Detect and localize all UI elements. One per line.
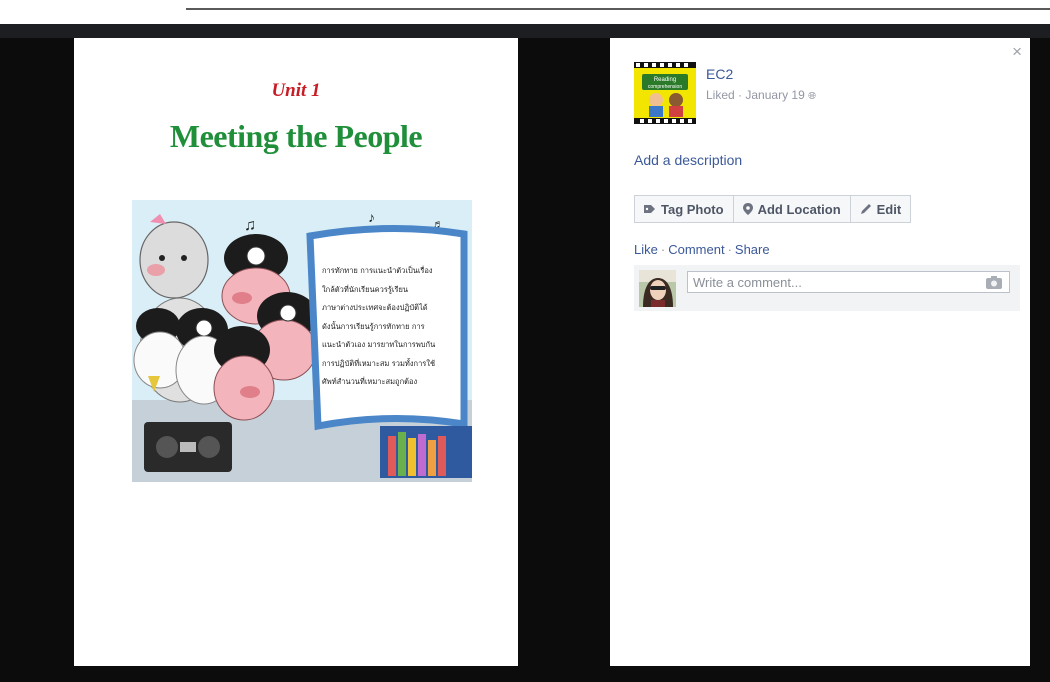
- location-pin-icon: [742, 203, 753, 215]
- svg-text:♪: ♪: [368, 209, 375, 225]
- top-divider: [186, 8, 1050, 10]
- post-date[interactable]: January 19: [745, 88, 804, 102]
- action-separator: ·: [727, 242, 732, 257]
- comment-link[interactable]: Comment: [668, 242, 724, 257]
- backdrop-band: [0, 24, 1050, 38]
- pencil-icon: [860, 204, 871, 214]
- comment-input[interactable]: Write a comment...: [687, 271, 1010, 293]
- avatar-text-reading: Reading: [654, 77, 676, 83]
- thai-line: ศัพท์สำนวนที่เหมาะสมถูกต้อง: [322, 377, 418, 386]
- camera-icon[interactable]: [986, 276, 1002, 289]
- thai-text-block: การทักทาย การแนะนำตัวเป็นเรื่อง ใกล้ตัวท…: [322, 262, 458, 392]
- photo-action-buttons: Tag Photo Add Location Edit: [634, 195, 912, 223]
- page-avatar[interactable]: Reading comprehension: [634, 62, 696, 124]
- edit-label: Edit: [876, 201, 902, 217]
- page-name[interactable]: EC2: [706, 66, 733, 82]
- photo-unit-label: Unit 1: [271, 80, 321, 101]
- tag-icon: [644, 205, 655, 213]
- thai-line: การทักทาย การแนะนำตัวเป็นเรื่อง: [322, 266, 433, 275]
- svg-text:♫: ♫: [244, 217, 256, 234]
- user-avatar: [639, 270, 676, 307]
- share-link[interactable]: Share: [735, 242, 770, 257]
- edit-button[interactable]: Edit: [849, 195, 912, 223]
- thai-line: แนะนำตัวเอง มารยาทในการพบกัน: [322, 340, 436, 349]
- avatar-text-comprehension: comprehension: [648, 84, 682, 90]
- comment-composer: Write a comment...: [634, 265, 1020, 311]
- photo-viewer[interactable]: Unit 1 Meeting the People ♫ ♪ ♬ การทักทา…: [74, 38, 518, 666]
- browser-top-strip: [0, 0, 1050, 24]
- photo-sidebar: × Reading comprehension EC2 Liked · Janu…: [610, 38, 1030, 666]
- globe-icon: 🌐︎: [808, 91, 817, 102]
- thai-line: ใกล้ตัวที่นักเรียนควรรู้เรียน: [322, 284, 409, 294]
- ufi-actions: Like · Comment · Share: [634, 242, 770, 257]
- add-location-button[interactable]: Add Location: [732, 195, 851, 223]
- thai-line: ภาษาต่างประเทศจะต้องปฏิบัติได้: [322, 303, 428, 312]
- thai-line: การปฏิบัติที่เหมาะสม รวมทั้งการใช้: [322, 358, 436, 368]
- post-meta: Liked · January 19 🌐︎: [706, 88, 816, 102]
- thai-line: ดังนั้นการเรียนรู้การทักทาย การ: [322, 321, 425, 331]
- add-location-label: Add Location: [757, 201, 841, 217]
- tag-photo-label: Tag Photo: [661, 201, 724, 217]
- tag-photo-button[interactable]: Tag Photo: [634, 195, 734, 223]
- like-link[interactable]: Like: [634, 242, 658, 257]
- liked-label[interactable]: Liked: [706, 88, 735, 102]
- add-description-link[interactable]: Add a description: [634, 152, 742, 168]
- close-icon[interactable]: ×: [1012, 42, 1022, 62]
- photo-title: Meeting the People: [169, 118, 423, 154]
- action-separator: ·: [660, 242, 666, 257]
